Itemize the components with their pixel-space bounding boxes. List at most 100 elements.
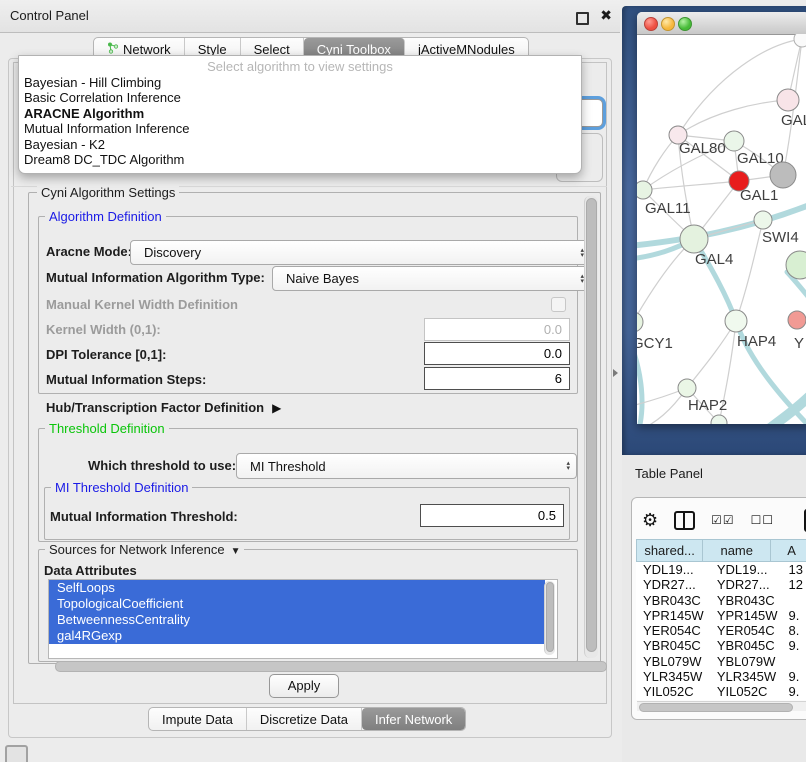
select-all-icon[interactable]: ☑☑ [711, 513, 735, 527]
table-cell: YBR043C [636, 593, 708, 608]
attribute-item-gal4rgexp[interactable]: gal4RGexp [49, 628, 545, 644]
table-row[interactable]: YER054CYER054C8. [636, 623, 806, 638]
splitter-handle-icon[interactable] [613, 369, 618, 377]
mi-steps-field[interactable]: 6 [424, 367, 570, 390]
network-node-gcy1[interactable] [637, 312, 643, 332]
table-panel-header: Table Panel [622, 455, 806, 493]
table-cell: YER054C [636, 623, 708, 638]
application-window: Control Panel ✖ NetworkStyleSelectCyni T… [0, 0, 806, 762]
split-columns-icon[interactable] [674, 511, 695, 530]
tab-impute-data[interactable]: Impute Data [149, 708, 247, 730]
table-row[interactable]: YLR345WYLR345W9. [636, 669, 806, 684]
mi-threshold-field[interactable]: 0.5 [420, 504, 564, 527]
minimize-light[interactable] [661, 17, 675, 31]
kernel-width-field[interactable]: 0.0 [424, 318, 570, 341]
apply-button[interactable]: Apply [269, 674, 339, 698]
node-label-y: Y [794, 335, 804, 352]
mi-algorithm-type-select[interactable]: Naive Bayes ▴▾ [272, 266, 591, 291]
network-node[interactable] [794, 34, 806, 47]
clear-selection-icon[interactable]: ☐☐ [751, 513, 775, 527]
algorithm-option-dream8-dc-tdc-algorithm[interactable]: Dream8 DC_TDC Algorithm [19, 152, 581, 167]
data-attributes-label: Data Attributes [44, 563, 137, 578]
network-window: GALGAL80GAL10GAL1GAL11SWI4GAL4HAP4YGCY1H… [637, 12, 806, 424]
network-window-titlebar[interactable] [637, 12, 806, 35]
table-cell: YER054C [708, 623, 784, 638]
table-row[interactable]: YPR145WYPR145W9. [636, 608, 806, 623]
close-light[interactable] [644, 17, 658, 31]
algorithm-option-mutual-information-inference[interactable]: Mutual Information Inference [19, 121, 581, 136]
node-attribute-table[interactable]: shared...nameAYDL19...YDL19...13YDR27...… [636, 539, 806, 700]
table-cell: YBR043C [708, 593, 784, 608]
sources-group-title[interactable]: Sources for Network Inference▼ [45, 542, 244, 557]
attribute-item-selfloops[interactable]: SelfLoops [49, 580, 545, 596]
tab-infer-network[interactable]: Infer Network [362, 708, 465, 730]
network-node-hap4[interactable] [725, 310, 747, 332]
network-node-gal[interactable] [777, 89, 799, 111]
aracne-mode-select[interactable]: Discovery ▴▾ [130, 240, 591, 265]
table-header-row: shared...nameA [636, 539, 806, 562]
float-icon[interactable] [576, 12, 589, 25]
which-threshold-select[interactable]: MI Threshold ▴▾ [236, 453, 577, 479]
network-node-gal4[interactable] [680, 225, 708, 253]
zoom-light[interactable] [678, 17, 692, 31]
manual-kernel-checkbox[interactable] [551, 297, 566, 312]
mi-threshold-group-title: MI Threshold Definition [51, 480, 192, 495]
table-cell: 13 [783, 562, 806, 577]
algorithm-option-bayesian-k2[interactable]: Bayesian - K2 [19, 137, 581, 152]
table-row[interactable]: YDR27...YDR27...12 [636, 577, 806, 592]
mi-algorithm-type-label: Mutual Information Algorithm Type: [46, 270, 265, 285]
table-cell: YDR27... [636, 577, 708, 592]
network-canvas[interactable]: GALGAL80GAL10GAL1GAL11SWI4GAL4HAP4YGCY1H… [637, 34, 806, 424]
column-header-shared[interactable]: shared... [636, 539, 703, 562]
network-node-gal1[interactable] [770, 162, 796, 188]
table-row[interactable]: YBR045CYBR045C9. [636, 638, 806, 653]
hub-factor-section-toggle[interactable]: Hub/Transcription Factor Definition▶ [46, 400, 281, 415]
algorithm-option-basic-correlation-inference[interactable]: Basic Correlation Inference [19, 90, 581, 105]
data-attributes-list[interactable]: SelfLoopsTopologicalCoefficientBetweenne… [48, 579, 558, 659]
column-header-name[interactable]: name [703, 539, 771, 562]
column-header-a[interactable]: A [771, 539, 806, 562]
table-cell: YDR27... [708, 577, 784, 592]
table-cell [783, 593, 806, 608]
algorithm-list: Bayesian - Hill ClimbingBasic Correlatio… [19, 75, 581, 167]
node-label-gcy1: GCY1 [637, 335, 673, 352]
hub-factor-label: Hub/Transcription Factor Definition [46, 400, 264, 415]
network-node-gal11[interactable] [637, 181, 652, 199]
settings-horizontal-scrollbar[interactable] [55, 661, 607, 672]
table-cell: 8. [783, 623, 806, 638]
table-toolbar: ⚙ ☑☑ ☐☐ [642, 506, 806, 534]
attribute-item-betweennesscentrality[interactable]: BetweennessCentrality [49, 612, 545, 628]
network-node-y[interactable] [788, 311, 806, 329]
algorithm-placeholder: Select algorithm to view settings [19, 56, 581, 75]
mi-steps-label: Mutual Information Steps: [46, 372, 206, 387]
collapsed-panel-button[interactable] [5, 745, 28, 762]
which-threshold-label: Which threshold to use: [88, 458, 236, 473]
bottom-tabstrip: Impute DataDiscretize DataInfer Network [148, 707, 466, 731]
algorithm-option-aracne-algorithm[interactable]: ARACNE Algorithm [19, 106, 581, 121]
close-icon[interactable]: ✖ [600, 7, 612, 24]
table-row[interactable]: YDL19...YDL19...13 [636, 562, 806, 577]
attribute-item-topologicalcoefficient[interactable]: TopologicalCoefficient [49, 596, 545, 612]
table-panel-title: Table Panel [635, 455, 703, 492]
table-cell: 9. [783, 638, 806, 653]
mi-threshold-label: Mutual Information Threshold: [50, 509, 238, 524]
node-label-gal11: GAL11 [645, 200, 691, 217]
table-row[interactable]: YBL079WYBL079W [636, 654, 806, 669]
tab-discretize-data[interactable]: Discretize Data [247, 708, 362, 730]
node-label-swi4: SWI4 [762, 229, 799, 246]
node-label-gal: GAL [781, 112, 806, 129]
table-cell: YLR345W [708, 669, 784, 684]
algorithm-option-bayesian-hill-climbing[interactable]: Bayesian - Hill Climbing [19, 75, 581, 90]
node-label-hap2: HAP2 [688, 397, 727, 414]
table-row[interactable]: YIL052CYIL052C9. [636, 684, 806, 699]
settings-vertical-scrollbar[interactable] [584, 196, 598, 658]
attributes-list-scrollbar[interactable] [544, 581, 555, 655]
node-label-gal80: GAL80 [679, 140, 726, 157]
network-node-hap2[interactable] [678, 379, 696, 397]
network-node-swi4[interactable] [754, 211, 772, 229]
table-horizontal-scrollbar[interactable] [637, 701, 806, 711]
settings-gear-icon[interactable]: ⚙ [642, 510, 658, 531]
network-node-gal10[interactable] [724, 131, 744, 151]
table-row[interactable]: YBR043CYBR043C [636, 593, 806, 608]
dpi-tolerance-field[interactable]: 0.0 [424, 342, 570, 365]
